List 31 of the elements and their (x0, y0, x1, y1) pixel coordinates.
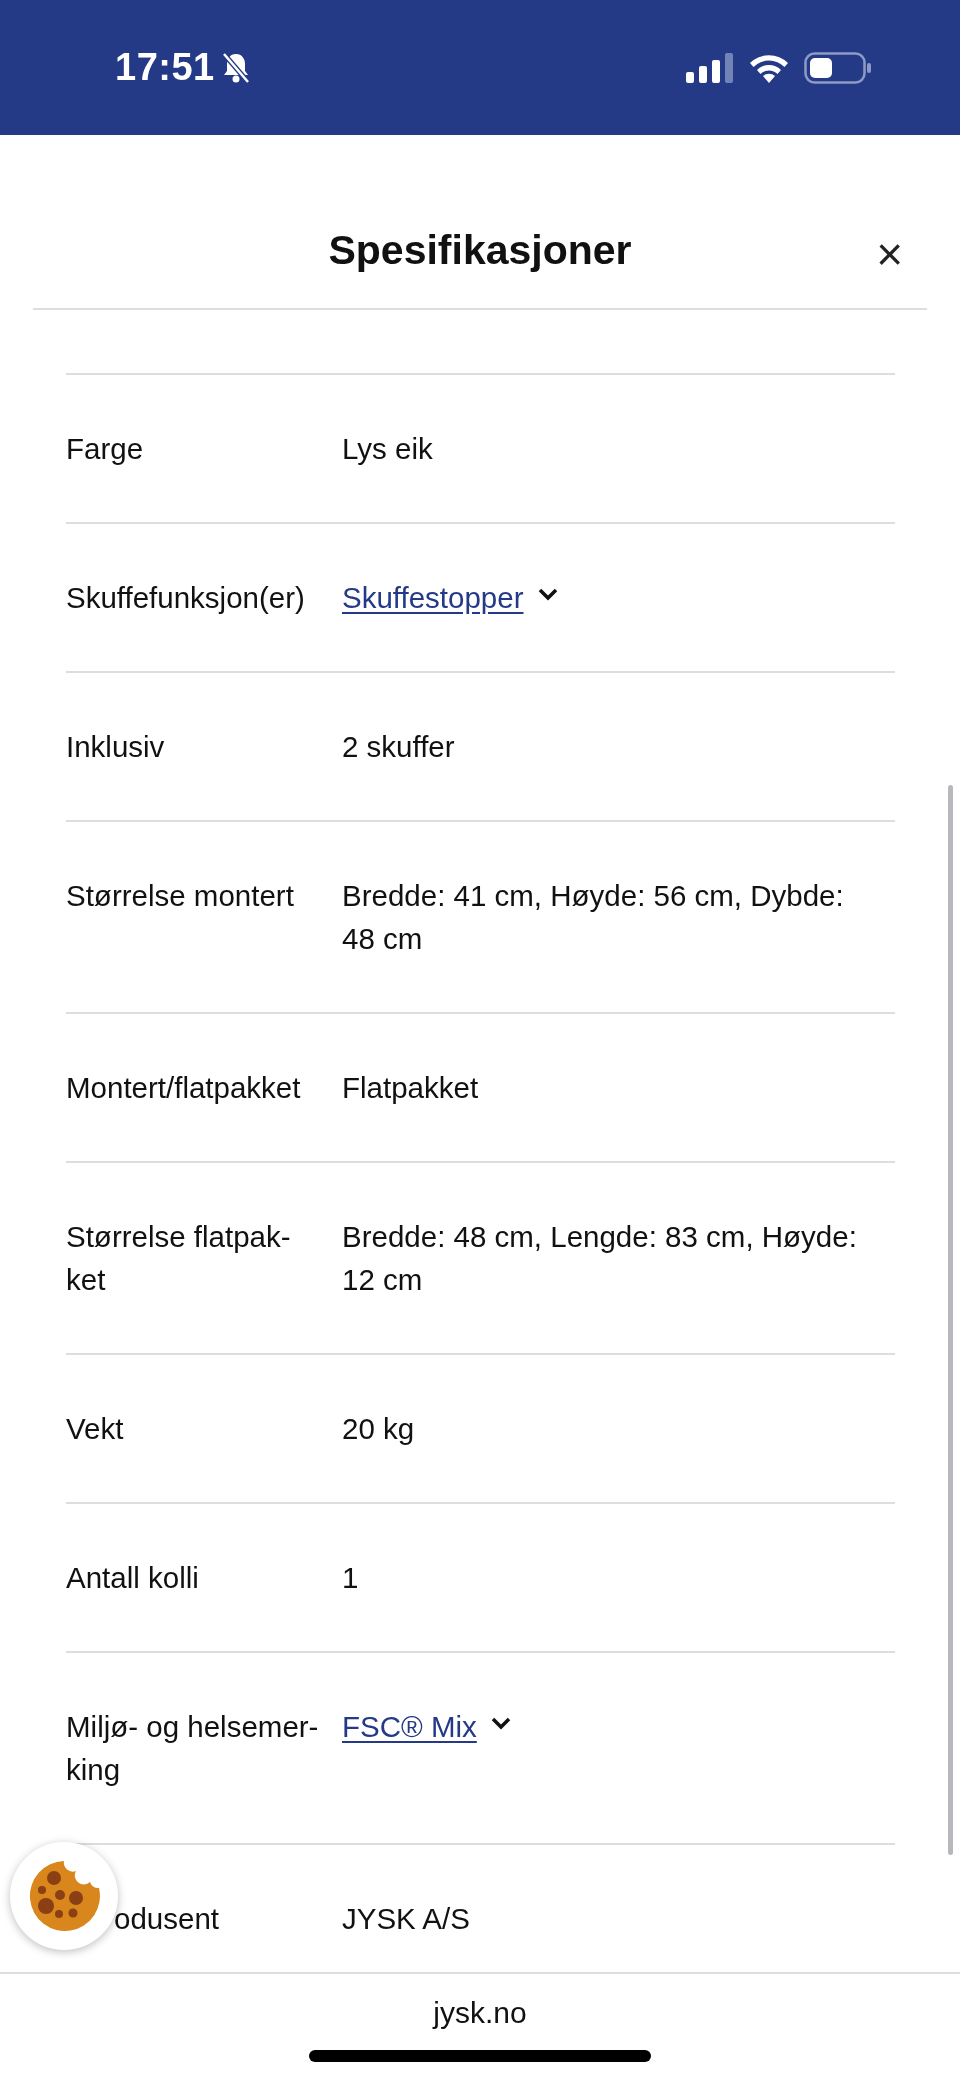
bell-slash-icon (220, 50, 251, 85)
chevron-down-icon[interactable] (490, 1717, 511, 1730)
spec-label: Miljø- og helsemer-king (66, 1709, 320, 1788)
spec-label: Størrelse flatpak-ket (66, 1219, 292, 1298)
spec-label: Skuffefunksjon(er) (66, 580, 306, 616)
url-text[interactable]: jysk.no (433, 1996, 527, 2030)
spec-value: JYSK A/S (342, 1901, 470, 1937)
spec-label: odusent (113, 1901, 220, 1937)
spec-value: Bredde: 48 cm, Lengde: 83 cm, Høyde: 12 cm (342, 1219, 858, 1298)
spec-link[interactable]: FSC® Mix (342, 1705, 477, 1748)
spec-label: Farge (66, 431, 145, 467)
spec-value: 2 skuffer (342, 729, 455, 765)
signal-icon (686, 52, 734, 83)
sheet-title: Spesifikasjoner (328, 227, 632, 274)
spec-label: Størrelse montert (66, 878, 295, 914)
spec-label: Montert/flatpakket (66, 1070, 302, 1106)
spec-label: Inklusiv (66, 729, 166, 765)
spec-value: 1 (342, 1560, 359, 1596)
wifi-icon (748, 52, 790, 83)
spec-value: Lys eik (342, 431, 433, 467)
clock-time: 17:51 (115, 46, 215, 89)
cookie-icon (27, 1859, 101, 1933)
spec-value: 20 kg (342, 1411, 415, 1447)
spec-link[interactable]: Skuffestopper (342, 576, 524, 619)
spec-label: Antall kolli (66, 1560, 200, 1596)
spec-value: Flatpakket (342, 1070, 479, 1106)
chevron-down-icon[interactable] (537, 588, 558, 601)
spec-value: Bredde: 41 cm, Høyde: 56 cm, Dybde: 48 cm (342, 878, 845, 957)
spec-label: Vekt (66, 1411, 125, 1447)
close-button[interactable]: × (872, 231, 907, 277)
battery-icon (804, 51, 872, 84)
